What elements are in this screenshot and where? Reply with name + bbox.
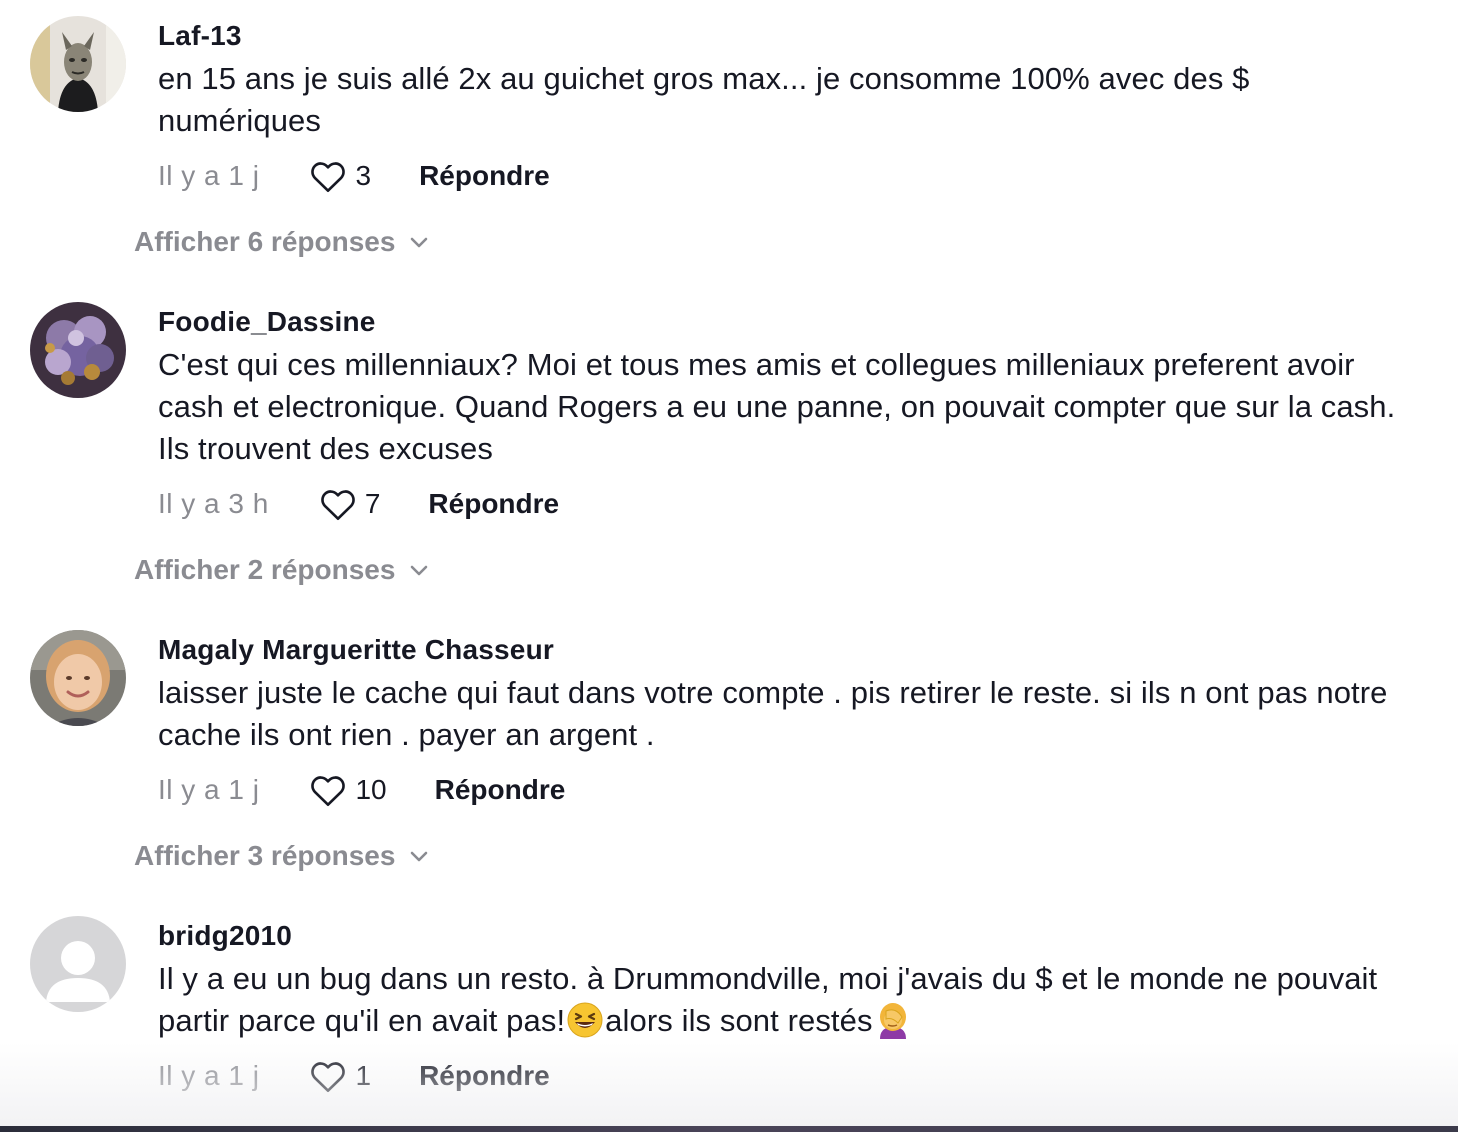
like-button[interactable]: 7 [319, 487, 381, 521]
comment-actions: Il y a 1 j 3 Répondre [158, 156, 550, 196]
view-replies-label: Afficher 3 réponses [134, 840, 396, 871]
like-count: 7 [364, 488, 381, 519]
like-count: 1 [355, 1060, 372, 1091]
comment-username[interactable]: Foodie_Dassine [158, 306, 376, 338]
comment-actions: Il y a 1 j 1 Répondre [158, 1056, 550, 1096]
comment-username[interactable]: Laf-13 [158, 20, 242, 52]
view-replies-label: Afficher 2 réponses [134, 554, 396, 585]
view-replies-button[interactable]: Afficher 2 réponses [134, 554, 429, 586]
avatar[interactable] [30, 630, 126, 726]
comment-actions: Il y a 3 h 7 Répondre [158, 484, 559, 524]
avatar[interactable] [30, 916, 126, 1012]
comment-text-part: alors ils sont restés [605, 1003, 873, 1038]
comment-username[interactable]: Magaly Margueritte Chasseur [158, 634, 554, 666]
comment-text: Il y a eu un bug dans un resto. à Drummo… [158, 958, 1418, 1042]
heart-outline-icon[interactable] [309, 773, 347, 807]
comment-timestamp: Il y a 1 j [158, 160, 260, 191]
like-button[interactable]: 3 [309, 159, 371, 193]
reply-button[interactable]: Répondre [428, 488, 559, 520]
view-replies-button[interactable]: Afficher 6 réponses [134, 226, 429, 258]
view-replies-label: Afficher 6 réponses [134, 226, 396, 257]
comment-text: C'est qui ces millenniaux? Moi et tous m… [158, 347, 1396, 466]
reply-button[interactable]: Répondre [435, 774, 566, 806]
avatar[interactable] [30, 302, 126, 398]
comment-timestamp: Il y a 3 h [158, 488, 269, 519]
comment-text: laisser juste le cache qui faut dans vot… [158, 675, 1388, 752]
like-button[interactable]: 1 [309, 1059, 371, 1093]
chevron-down-icon [409, 849, 429, 863]
like-count: 3 [355, 160, 372, 191]
woman-facepalming-emoji [874, 1001, 912, 1039]
reply-button[interactable]: Répondre [419, 1060, 550, 1092]
comment-actions: Il y a 1 j 10 Répondre [158, 770, 565, 810]
avatar[interactable] [30, 16, 126, 112]
like-button[interactable]: 10 [309, 773, 387, 807]
heart-outline-icon[interactable] [319, 487, 357, 521]
chevron-down-icon [409, 235, 429, 249]
heart-outline-icon[interactable] [309, 159, 347, 193]
heart-outline-icon[interactable] [309, 1059, 347, 1093]
comment-text: en 15 ans je suis allé 2x au guichet gro… [158, 61, 1250, 138]
comment-timestamp: Il y a 1 j [158, 774, 260, 805]
like-count: 10 [355, 774, 387, 805]
comment-username[interactable]: bridg2010 [158, 920, 292, 952]
view-replies-button[interactable]: Afficher 3 réponses [134, 840, 429, 872]
grinning-squinting-face-emoji [566, 1001, 604, 1039]
chevron-down-icon [409, 563, 429, 577]
reply-button[interactable]: Répondre [419, 160, 550, 192]
bottom-edge-bar [0, 1126, 1458, 1132]
comment-timestamp: Il y a 1 j [158, 1060, 260, 1091]
